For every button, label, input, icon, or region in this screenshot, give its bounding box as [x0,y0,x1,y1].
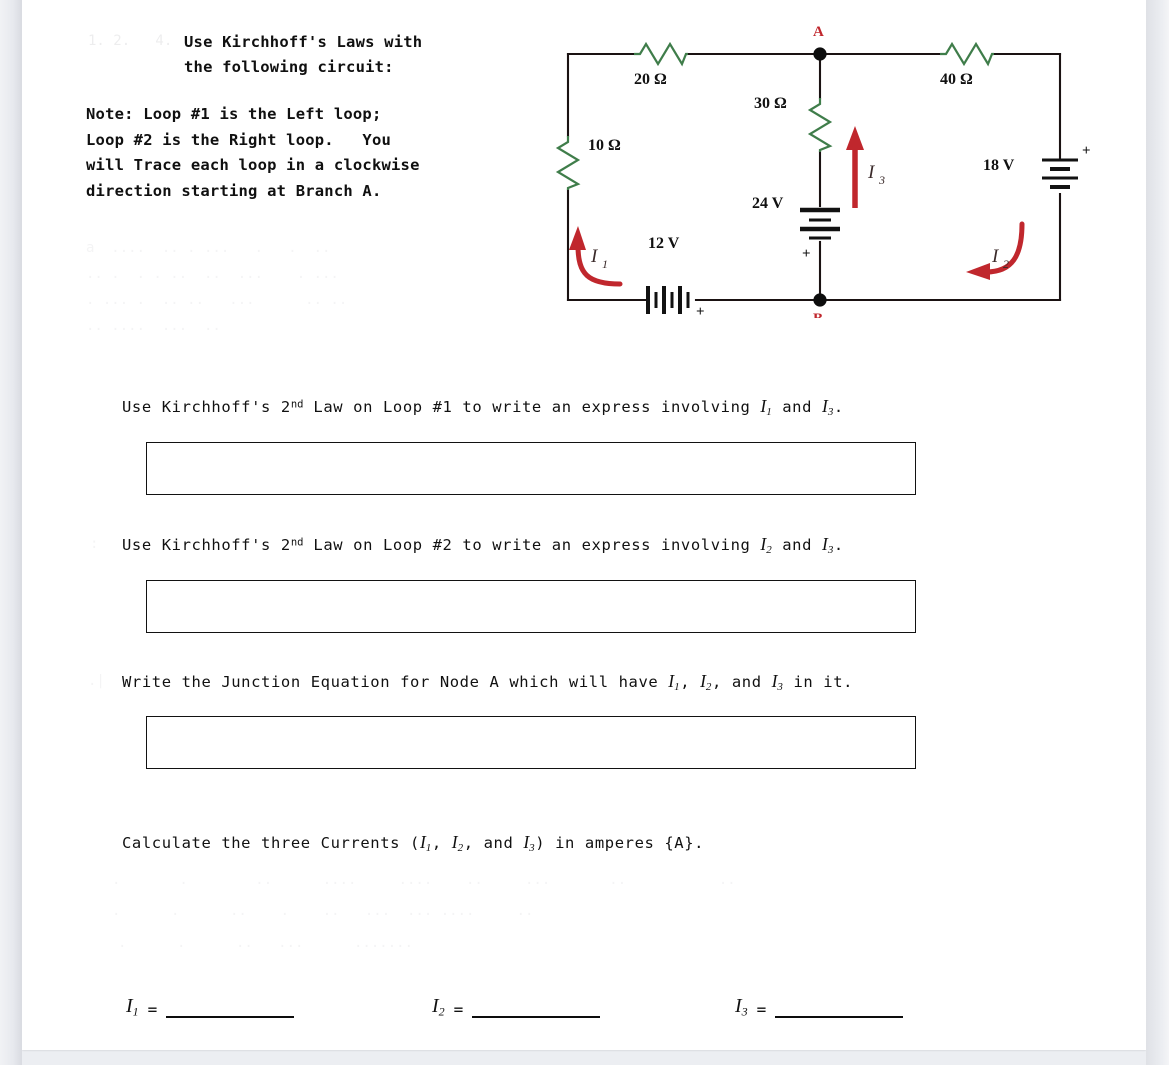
resistor-10-ohm-label: 10 Ω [588,137,621,154]
calc-sep2: , and [463,834,524,852]
scan-artifact-left-2: .. . . . .. .. ... . ... [86,266,339,282]
blank-i1-line[interactable] [166,1014,295,1018]
current-i1-label: I [590,246,599,267]
battery-24v-label: 24 V [752,195,784,212]
q2-conj: and [772,536,822,554]
q2-sup: nd [290,536,304,549]
scan-artifact-bottom-2: . . .. . .. ... ... .... .. [112,903,534,919]
q2-mid: Law on Loop #2 to write an express invol… [303,536,761,554]
calculate-prompt-text: Calculate the three Currents (I1, I2, an… [122,832,704,854]
intro-note-line3: will Trace each loop in a clockwise [86,156,420,174]
q1-suffix: . [833,398,844,416]
battery-12v-symbol [646,286,690,314]
intro-heading-line1: Use Kirchhoff's Laws with [184,33,423,51]
current-i3-sub: 3 [878,173,885,187]
battery-12v-polarity: + [696,304,705,318]
calc-suffix: ) in amperes {A}. [535,834,705,852]
blank-i1-sub: 1 [132,1004,139,1019]
q3-conj: , [680,673,701,691]
scan-artifact-q2: : [90,536,99,552]
intro-note-line1: Note: Loop #1 is the Left loop; [86,105,382,123]
node-b-label: B [813,311,823,318]
page-gutter-right [1146,0,1169,1065]
node-a-dot [813,47,827,61]
current-i2-label: I [991,246,1000,267]
answer-blank-i1[interactable]: I1 = [126,995,295,1019]
intro-heading-line2: the following circuit: [184,58,394,76]
current-i2-sub: 2 [1003,257,1009,271]
node-a-label: A [813,24,824,40]
q2-suffix: . [833,536,844,554]
scan-artifact-q3: .| [88,673,105,689]
battery-24v-polarity: + [802,246,811,262]
resistor-10-ohm-symbol [555,136,581,190]
battery-18v-polarity: + [1082,143,1091,159]
intro-note-line4: direction starting at Branch A. [86,181,382,200]
answer-blank-i2[interactable]: I2 = [432,995,601,1019]
blank-i3-sub: 3 [741,1004,748,1019]
q3-conj2: , and [712,673,772,691]
scan-artifact-bottom-1: . . .. .... .... .. ... .. .. [112,872,736,888]
intro-note-line2: Loop #2 is the Right loop. You [86,130,392,149]
blank-i2-line[interactable] [472,1014,601,1018]
intro-block: Use Kirchhoff's Laws with the following … [86,30,556,204]
resistor-20-ohm-symbol [634,41,688,67]
battery-24v-symbol [800,207,840,240]
resistor-30-ohm-label: 30 Ω [754,95,787,112]
current-i3-label: I [867,162,876,183]
scan-artifact-left-1: a .... .. . ... . . .. [86,240,331,256]
question-3-text: Write the Junction Equation for Node A w… [122,671,853,693]
page-gutter-left [0,0,22,1065]
question-1-text: Use Kirchhoff's 2nd Law on Loop #1 to wr… [122,396,844,418]
resistor-30-ohm-symbol [807,98,833,152]
answer-box-question-3[interactable] [146,716,916,769]
node-b-dot [813,293,827,307]
blank-i3-line[interactable] [775,1014,904,1018]
q1-prefix: Use Kirchhoff's 2 [122,398,291,416]
blank-i2-label: I2 [432,995,445,1019]
circuit-diagram: 20 Ω 40 Ω 10 Ω 30 Ω 12 V 24 V 18 V + + +… [548,18,1108,318]
scan-artifact-left-4: .. .... ... .. [86,318,221,334]
battery-18v-symbol [1042,158,1078,189]
blank-i3-label: I3 [735,995,748,1019]
current-i1-sub: 1 [602,257,608,271]
scan-artifact-bottom-3: . . .. ... ....... [118,935,414,951]
q1-sup: nd [290,398,304,411]
resistor-40-ohm-label: 40 Ω [940,71,973,88]
question-2-text: Use Kirchhoff's 2nd Law on Loop #2 to wr… [122,534,844,556]
q1-conj: and [772,398,822,416]
current-i3-arrow [846,126,864,208]
q2-prefix: Use Kirchhoff's 2 [122,536,291,554]
calc-sep1: , [431,834,452,852]
q3-suffix: in it. [783,673,854,691]
calc-prefix: Calculate the three Currents ( [122,834,420,852]
blank-i1-label: I1 [126,995,139,1019]
battery-12v-label: 12 V [648,235,680,252]
scan-artifact-left-3: . ... . .. .. ... .. .. [86,292,348,308]
answer-blank-i3[interactable]: I3 = [735,995,904,1019]
resistor-40-ohm-symbol [940,41,994,67]
blank-i2-sub: 2 [438,1004,445,1019]
resistor-20-ohm-label: 20 Ω [634,71,667,88]
blank-i2-equals: = [453,999,464,1019]
blank-i1-equals: = [147,999,158,1019]
answer-box-question-1[interactable] [146,442,916,495]
battery-18v-label: 18 V [983,157,1015,174]
q1-mid: Law on Loop #1 to write an express invol… [303,398,761,416]
q3-prefix: Write the Junction Equation for Node A w… [122,673,669,691]
blank-i3-equals: = [756,999,767,1019]
answer-box-question-2[interactable] [146,580,916,633]
